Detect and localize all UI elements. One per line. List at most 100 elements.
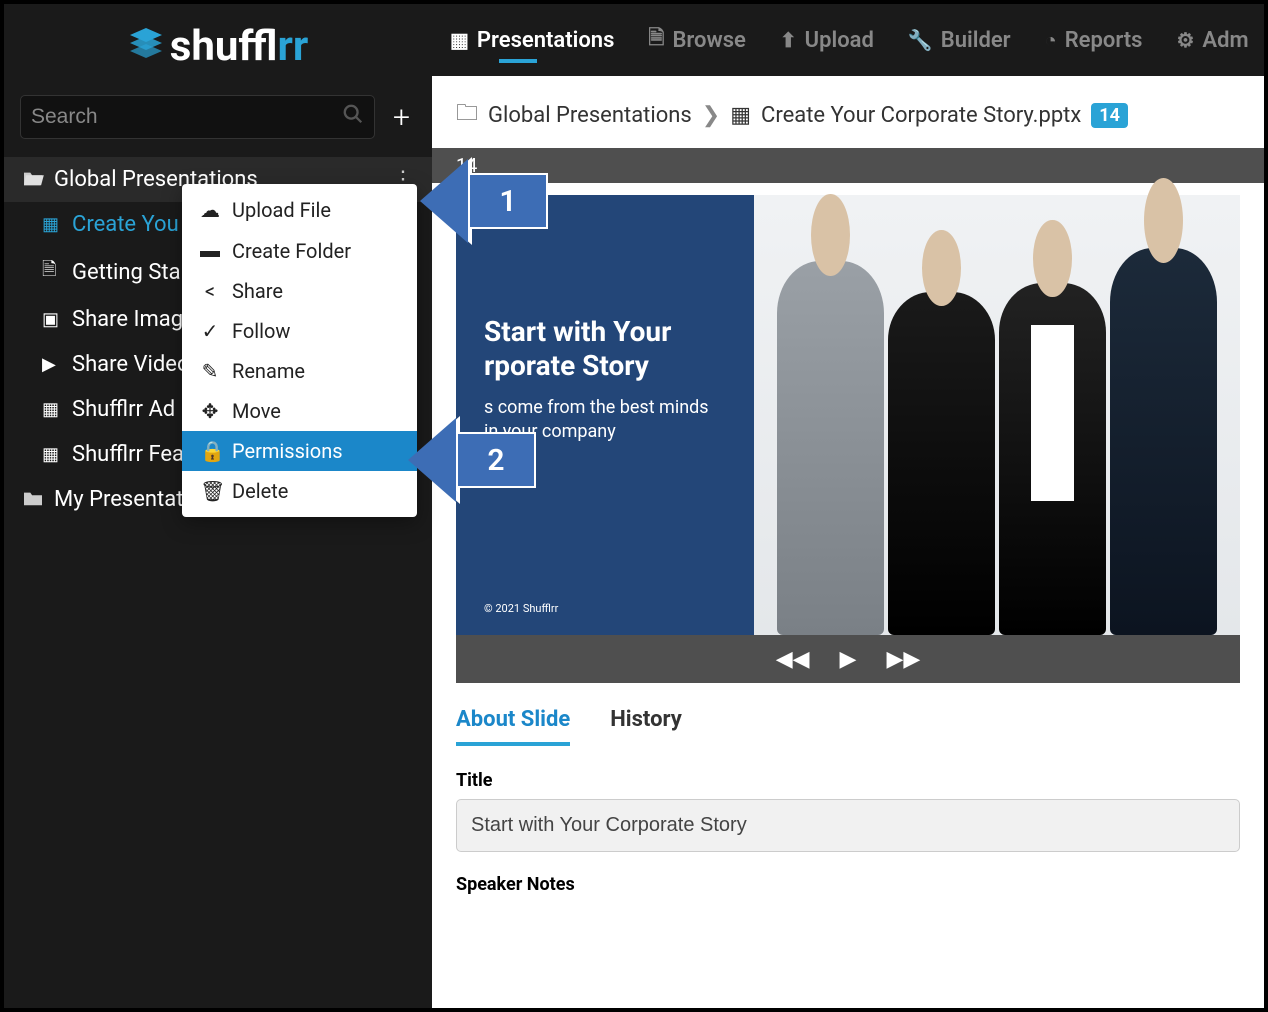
edit-icon: ✎ — [200, 359, 220, 383]
logo-icon — [128, 27, 164, 67]
logo-text: shufflrr — [170, 22, 308, 71]
slide-title: Start with Your rporate Story — [484, 315, 726, 382]
slide-counter-bar: 14 — [432, 148, 1264, 183]
breadcrumb-folder[interactable]: Global Presentations — [488, 103, 692, 128]
nav-admin[interactable]: ⚙ Adm — [1174, 10, 1250, 71]
ctx-move[interactable]: ✥ Move — [182, 391, 417, 431]
ctx-label: Share — [232, 279, 283, 303]
person-figure — [888, 292, 995, 635]
ctx-follow[interactable]: ✓ Follow — [182, 311, 417, 351]
nav-label: Browse — [672, 28, 745, 53]
file-label: Shufflrr Fea — [72, 442, 184, 467]
nav-builder[interactable]: 🔧 Builder — [906, 10, 1013, 71]
nav-label: Upload — [805, 28, 874, 53]
detail-tabs: About Slide History — [432, 683, 1264, 746]
nav-upload[interactable]: ⬆ Upload — [778, 10, 876, 71]
person-figure — [1110, 248, 1217, 635]
slide-preview[interactable]: Start with Your rporate Story s come fro… — [456, 195, 1240, 635]
tab-history[interactable]: History — [610, 707, 682, 746]
file-label: Create You — [72, 212, 179, 237]
chevron-right-icon: ❯ — [702, 103, 720, 128]
folder-icon: 🗀 — [456, 96, 478, 134]
playback-controls: ◀◀ ▶ ▶▶ — [456, 635, 1240, 683]
search-input[interactable] — [31, 105, 342, 129]
ctx-share[interactable]: < Share — [182, 271, 417, 311]
person-figure — [999, 283, 1106, 635]
upload-icon: ⬆ — [780, 28, 797, 52]
play-button[interactable]: ▶ — [840, 647, 857, 672]
check-icon: ✓ — [200, 319, 220, 343]
breadcrumb: 🗀 Global Presentations ❯ ▦ Create Your C… — [432, 76, 1264, 148]
ctx-label: Follow — [232, 319, 290, 343]
lock-icon: 🔒 — [200, 439, 220, 463]
title-label: Title — [456, 770, 1240, 791]
search-icon[interactable] — [342, 103, 364, 131]
nav-label: Reports — [1065, 28, 1143, 53]
share-icon: < — [200, 279, 220, 303]
folder-context-menu: ☁ Upload File ▬ Create Folder < Share ✓ … — [182, 184, 417, 517]
ctx-create-folder[interactable]: ▬ Create Folder — [182, 230, 417, 271]
nav-reports[interactable]: ◔ Reports — [1043, 10, 1145, 71]
presentations-icon: ▦ — [450, 28, 469, 52]
tab-about-slide[interactable]: About Slide — [456, 707, 570, 746]
search-box[interactable] — [20, 95, 375, 139]
video-file-icon: ▶ — [42, 354, 62, 375]
file-label: Getting Sta — [72, 260, 181, 285]
annotation-number: 2 — [456, 432, 536, 488]
nav-label: Adm — [1202, 28, 1248, 53]
annotation-arrow-1: 1 — [420, 159, 548, 243]
main-content: ▦ Presentations 🗎 Browse ⬆ Upload 🔧 Buil… — [432, 4, 1264, 1008]
browse-icon: 🗎 — [648, 23, 664, 57]
forward-button[interactable]: ▶▶ — [886, 647, 920, 672]
file-label: Share Imag — [72, 307, 183, 332]
file-label: Shufflrr Ad — [72, 397, 175, 422]
nav-browse[interactable]: 🗎 Browse — [646, 5, 748, 75]
folder-icon: ▬ — [200, 238, 220, 263]
rewind-button[interactable]: ◀◀ — [776, 647, 810, 672]
slide-image-panel — [754, 195, 1240, 635]
presentation-file-icon: ▦ — [42, 399, 62, 420]
annotation-arrow-2: 2 — [408, 418, 536, 502]
sidebar: shufflrr + Global Presentations ⋮ ▦ — [4, 4, 432, 1008]
image-file-icon: ▣ — [42, 309, 62, 330]
slide-frame: Start with Your rporate Story s come fro… — [456, 195, 1240, 683]
nav-presentations[interactable]: ▦ Presentations — [448, 10, 616, 71]
presentation-file-icon: ▦ — [42, 214, 62, 235]
trash-icon: 🗑 — [200, 479, 220, 503]
notes-label: Speaker Notes — [456, 874, 1240, 895]
ctx-permissions[interactable]: 🔒 Permissions — [182, 431, 417, 471]
folder-open-icon — [22, 168, 44, 192]
pdf-file-icon: 🗎 — [42, 257, 62, 287]
top-navigation: ▦ Presentations 🗎 Browse ⬆ Upload 🔧 Buil… — [432, 4, 1264, 76]
folder-icon — [22, 488, 44, 512]
ctx-label: Rename — [232, 359, 305, 383]
wrench-icon: 🔧 — [908, 28, 933, 52]
slide-copyright: © 2021 Shufflrr — [484, 602, 726, 615]
gear-icon: ⚙ — [1176, 28, 1194, 52]
breadcrumb-file[interactable]: Create Your Corporate Story.pptx — [761, 103, 1081, 128]
annotation-number: 1 — [468, 173, 548, 229]
slide-text-panel: Start with Your rporate Story s come fro… — [456, 195, 754, 635]
ctx-label: Create Folder — [232, 239, 351, 263]
nav-label: Presentations — [477, 28, 614, 53]
move-icon: ✥ — [200, 399, 220, 423]
slide-form: Title Speaker Notes — [432, 746, 1264, 927]
ctx-label: Move — [232, 399, 281, 423]
ctx-label: Permissions — [232, 439, 343, 463]
nav-label: Builder — [941, 28, 1011, 53]
title-input[interactable] — [456, 799, 1240, 852]
file-icon: ▦ — [730, 103, 751, 128]
upload-icon: ☁ — [200, 198, 220, 222]
person-figure — [777, 261, 884, 635]
add-button[interactable]: + — [387, 100, 416, 135]
brand-logo[interactable]: shufflrr — [4, 4, 432, 89]
ctx-rename[interactable]: ✎ Rename — [182, 351, 417, 391]
presentation-file-icon: ▦ — [42, 444, 62, 465]
ctx-delete[interactable]: 🗑 Delete — [182, 471, 417, 511]
slide-count-badge: 14 — [1091, 103, 1128, 128]
ctx-label: Upload File — [232, 198, 331, 222]
ctx-upload-file[interactable]: ☁ Upload File — [182, 190, 417, 230]
file-label: Share Video — [72, 352, 190, 377]
ctx-label: Delete — [232, 479, 288, 503]
chart-icon: ◔ — [1045, 28, 1057, 53]
